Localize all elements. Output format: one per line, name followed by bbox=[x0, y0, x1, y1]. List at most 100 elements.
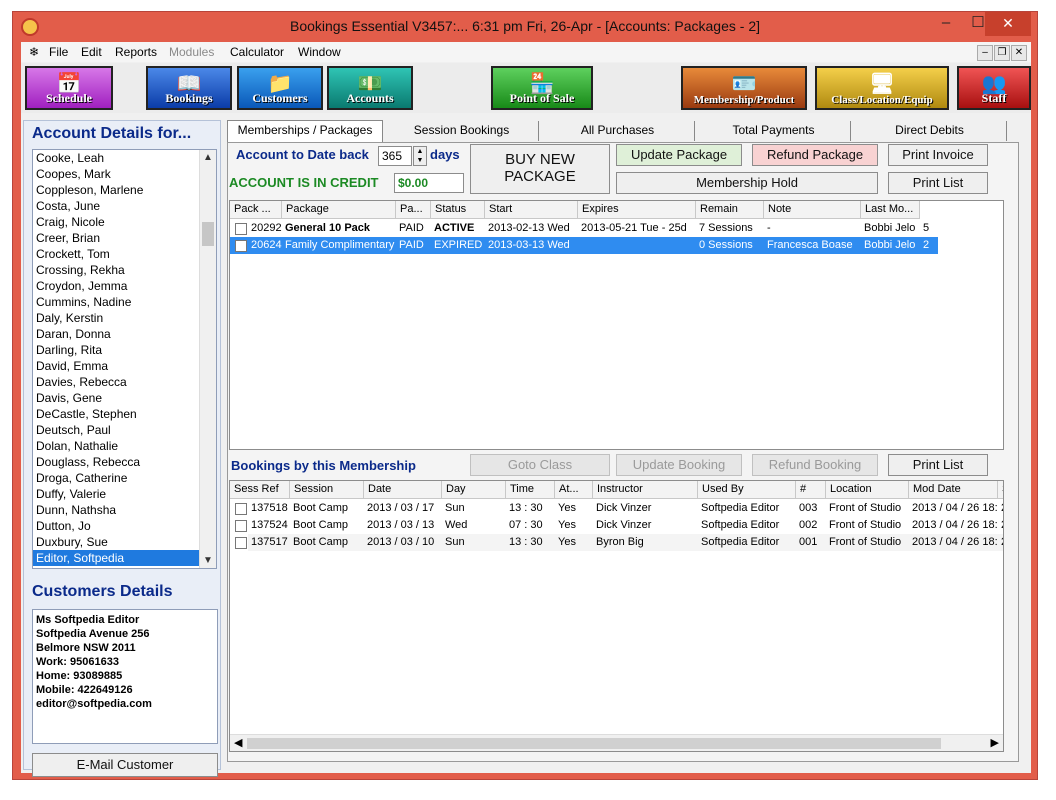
account-list-item[interactable]: Davies, Rebecca bbox=[33, 374, 216, 390]
bookings-column-header[interactable]: Location bbox=[826, 481, 909, 499]
row-checkbox[interactable] bbox=[235, 503, 247, 515]
close-button[interactable]: ✕ bbox=[985, 12, 1031, 36]
bookings-column-header[interactable]: Sess Ref bbox=[230, 481, 290, 499]
packages-column-header[interactable]: Pack ... bbox=[230, 201, 282, 219]
account-list-item[interactable]: DeCastle, Stephen bbox=[33, 406, 216, 422]
scroll-up-icon[interactable]: ▲ bbox=[203, 152, 213, 163]
menu-edit[interactable]: Edit bbox=[81, 45, 102, 59]
account-list-item[interactable]: Deutsch, Paul bbox=[33, 422, 216, 438]
packages-column-header[interactable]: Pa... bbox=[396, 201, 431, 219]
title-bar[interactable]: Bookings Essential V3457:... 6:31 pm Fri… bbox=[13, 12, 1037, 42]
scroll-thumb[interactable] bbox=[202, 222, 214, 246]
update-package-button[interactable]: Update Package bbox=[616, 144, 742, 166]
account-list-item[interactable]: Cummins, Nadine bbox=[33, 294, 216, 310]
row-checkbox[interactable] bbox=[235, 240, 247, 252]
account-list-item[interactable]: Duffy, Valerie bbox=[33, 486, 216, 502]
packages-column-header[interactable]: Expires bbox=[578, 201, 696, 219]
update-booking-button[interactable]: Update Booking bbox=[616, 454, 742, 476]
row-checkbox[interactable] bbox=[235, 223, 247, 235]
scroll-down-icon[interactable]: ▼ bbox=[203, 555, 213, 566]
account-list-item[interactable]: Croydon, Jemma bbox=[33, 278, 216, 294]
date-back-spinner[interactable]: ▲ ▼ bbox=[413, 146, 427, 166]
bookings-column-header[interactable]: Mod Date bbox=[909, 481, 998, 499]
account-list-item[interactable]: Craig, Nicole bbox=[33, 214, 216, 230]
bookings-column-header[interactable]: Day bbox=[442, 481, 506, 499]
row-checkbox[interactable] bbox=[235, 537, 247, 549]
horizontal-scroll-thumb[interactable] bbox=[247, 738, 941, 749]
spin-up-icon[interactable]: ▲ bbox=[414, 147, 426, 156]
account-list-item[interactable]: Douglass, Rebecca bbox=[33, 454, 216, 470]
row-checkbox[interactable] bbox=[235, 520, 247, 532]
packages-column-header[interactable]: Package bbox=[282, 201, 396, 219]
packages-column-header[interactable]: Start bbox=[485, 201, 578, 219]
packages-table-row[interactable]: 20624 Family Complimentary PAID EXPIRED 2013… bbox=[230, 237, 938, 254]
packages-column-header[interactable]: Status bbox=[431, 201, 485, 219]
packages-column-header[interactable]: Last Mo... bbox=[861, 201, 920, 219]
packages-table[interactable]: Pack ... Package Pa... Status Start Expires Re… bbox=[229, 200, 1004, 450]
bookings-table-row[interactable]: 137517 Boot Camp 2013 / 03 / 10 Sun 13 : 30 Y… bbox=[230, 534, 1003, 551]
bookings-button[interactable]: 📖 Bookings bbox=[146, 66, 232, 110]
menu-window[interactable]: Window bbox=[298, 45, 341, 59]
membership-hold-button[interactable]: Membership Hold bbox=[616, 172, 878, 194]
class-location-equip-button[interactable]: 🖥 Class/Location/Equip bbox=[815, 66, 949, 110]
tab-session-bookings[interactable]: Session Bookings bbox=[385, 121, 539, 141]
minimize-button[interactable]: – bbox=[931, 12, 961, 36]
email-customer-button[interactable]: E-Mail Customer bbox=[32, 753, 218, 777]
account-list-item[interactable]: Editor, Softpedia bbox=[33, 550, 216, 566]
refund-package-button[interactable]: Refund Package bbox=[752, 144, 878, 166]
membership-product-button[interactable]: 🪪 Membership/Product bbox=[681, 66, 807, 110]
account-list-scrollbar[interactable]: ▲ ▼ bbox=[199, 150, 216, 568]
bookings-table-row[interactable]: 137524 Boot Camp 2013 / 03 / 13 Wed 07 : 30 Y… bbox=[230, 517, 1003, 534]
mdi-close-button[interactable]: ✕ bbox=[1011, 45, 1027, 61]
bookings-table-row[interactable]: 137518 Boot Camp 2013 / 03 / 17 Sun 13 : 30 Y… bbox=[230, 500, 1003, 517]
account-list-item[interactable]: David, Emma bbox=[33, 358, 216, 374]
app-menu-icon[interactable]: ❄ bbox=[29, 45, 39, 59]
staff-button[interactable]: 👥 Staff bbox=[957, 66, 1031, 110]
account-list[interactable]: Cooke, Leah Coopes, Mark Coppleson, Marlen… bbox=[32, 149, 217, 569]
bookings-table[interactable]: Sess Ref Session Date Day Time At... Instructo… bbox=[229, 480, 1004, 752]
menu-calculator[interactable]: Calculator bbox=[230, 45, 284, 59]
account-list-item[interactable]: Duxbury, Sue bbox=[33, 534, 216, 550]
bookings-column-header[interactable]: Instructor bbox=[593, 481, 698, 499]
tab-direct-debits[interactable]: Direct Debits bbox=[853, 121, 1007, 141]
scroll-left-icon[interactable]: ◀ bbox=[234, 736, 242, 749]
account-list-item[interactable]: Dutton, Jo bbox=[33, 518, 216, 534]
account-list-item[interactable]: Coppleson, Marlene bbox=[33, 182, 216, 198]
menu-modules[interactable]: Modules bbox=[169, 45, 214, 59]
point-of-sale-button[interactable]: 🏪 Point of Sale bbox=[491, 66, 593, 110]
buy-new-package-button[interactable]: BUY NEW PACKAGE bbox=[470, 144, 610, 194]
customers-button[interactable]: 📁 Customers bbox=[237, 66, 323, 110]
date-back-input[interactable]: 365 bbox=[378, 146, 412, 166]
packages-column-header[interactable]: Note bbox=[764, 201, 861, 219]
bookings-column-header[interactable]: Time bbox=[506, 481, 555, 499]
account-list-item[interactable]: Creer, Brian bbox=[33, 230, 216, 246]
scroll-right-icon[interactable]: ▶ bbox=[991, 736, 999, 749]
tab-all-purchases[interactable]: All Purchases bbox=[541, 121, 695, 141]
goto-class-button[interactable]: Goto Class bbox=[470, 454, 610, 476]
tab-memberships-packages[interactable]: Memberships / Packages bbox=[227, 120, 383, 142]
bookings-horizontal-scrollbar[interactable]: ◀ ▶ bbox=[230, 734, 1003, 751]
account-list-item[interactable]: Crossing, Rekha bbox=[33, 262, 216, 278]
packages-column-header[interactable]: Remain bbox=[696, 201, 764, 219]
account-list-item[interactable]: Daran, Donna bbox=[33, 326, 216, 342]
accounts-button[interactable]: 💵 Accounts bbox=[327, 66, 413, 110]
print-list-button[interactable]: Print List bbox=[888, 172, 988, 194]
spin-down-icon[interactable]: ▼ bbox=[414, 156, 426, 165]
account-list-item[interactable]: Cooke, Leah bbox=[33, 150, 216, 166]
account-list-item[interactable]: Coopes, Mark bbox=[33, 166, 216, 182]
tab-total-payments[interactable]: Total Payments bbox=[697, 121, 851, 141]
menu-reports[interactable]: Reports bbox=[115, 45, 157, 59]
bookings-column-header[interactable]: # bbox=[796, 481, 826, 499]
bookings-column-header[interactable]: Session bbox=[290, 481, 364, 499]
bookings-column-header[interactable]: At... bbox=[555, 481, 593, 499]
menu-file[interactable]: File bbox=[49, 45, 68, 59]
mdi-minimize-button[interactable]: – bbox=[977, 45, 993, 61]
account-list-item[interactable]: Dolan, Nathalie bbox=[33, 438, 216, 454]
account-list-item[interactable]: Dunn, Nathsha bbox=[33, 502, 216, 518]
account-list-item[interactable]: Davis, Gene bbox=[33, 390, 216, 406]
packages-table-row[interactable]: 20292 General 10 Pack PAID ACTIVE 2013-02-13… bbox=[230, 220, 1003, 237]
bookings-print-list-button[interactable]: Print List bbox=[888, 454, 988, 476]
refund-booking-button[interactable]: Refund Booking bbox=[752, 454, 878, 476]
bookings-column-header[interactable]: Used By bbox=[698, 481, 796, 499]
bookings-column-header[interactable]: Date bbox=[364, 481, 442, 499]
